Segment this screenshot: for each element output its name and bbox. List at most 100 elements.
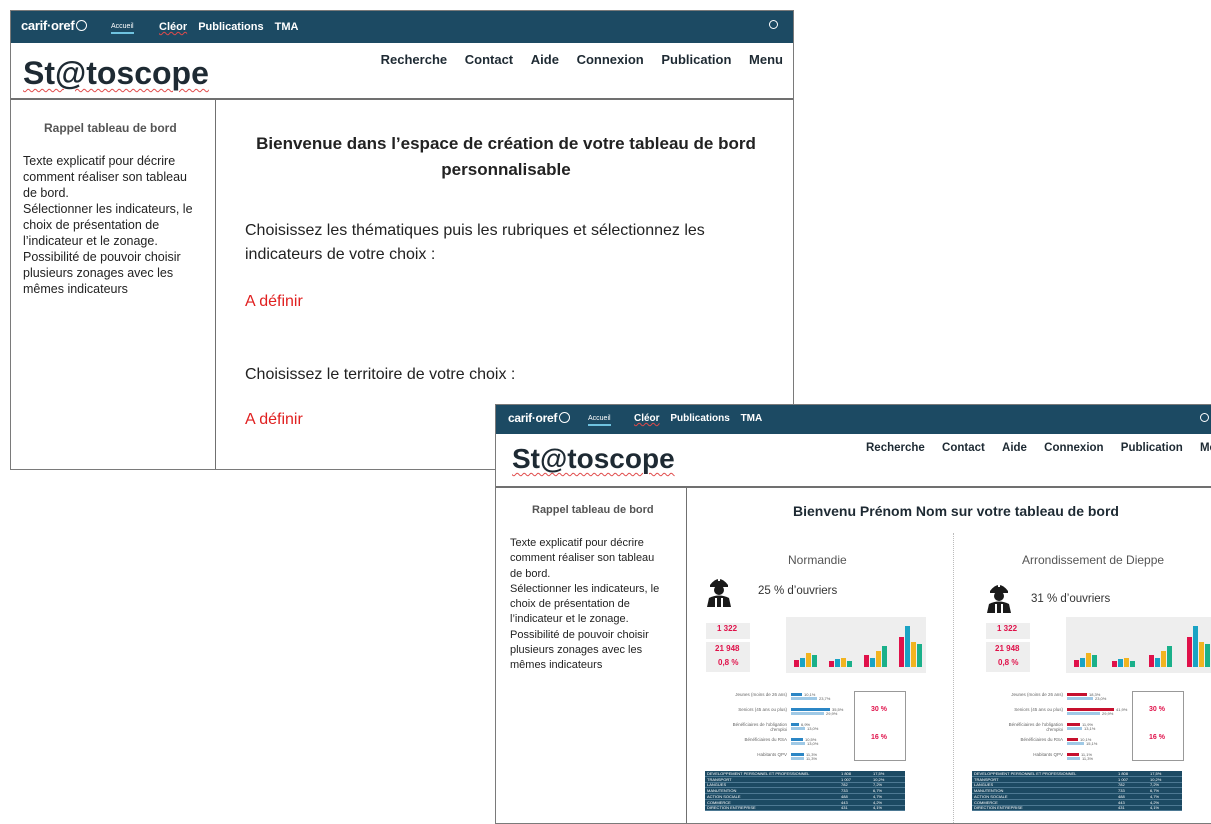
hbar (1067, 712, 1100, 715)
nav-contact[interactable]: Contact (465, 52, 513, 67)
table-cell-label: DEVELOPPEMENT PERSONNEL ET PROFESSIONNEL (974, 771, 1077, 776)
kpi-value-1: 1 322 (997, 624, 1018, 633)
hbar (791, 753, 804, 756)
table-cell-pct: 4,1% (1150, 805, 1160, 811)
table-cell-pct: 4,1% (873, 805, 883, 811)
table-cell-pct: 7,2% (873, 782, 883, 788)
brand-title[interactable]: St@toscope (23, 55, 209, 92)
territory-selector[interactable]: A définir (245, 411, 303, 429)
accueil-link[interactable]: Accueil (111, 23, 134, 34)
sidebar-title: Rappel tableau de bord (44, 121, 177, 135)
globe-icon (559, 412, 571, 423)
hbar-label: Jeunes (moins de 26 ans) (735, 692, 787, 697)
publications-link[interactable]: Publications (670, 413, 729, 424)
region-name: Normandie (788, 553, 847, 567)
kpi-value-2: 21 948 (995, 644, 1020, 653)
chart-bar (870, 658, 875, 667)
hbar (1067, 723, 1080, 726)
nav-connexion[interactable]: Connexion (1044, 442, 1103, 454)
main-nav: Recherche Contact Aide Connexion Publica… (367, 52, 783, 67)
publications-link[interactable]: Publications (198, 21, 263, 33)
hbar (791, 697, 817, 700)
accueil-link[interactable]: Accueil (588, 415, 611, 426)
themes-selector[interactable]: A définir (245, 293, 303, 311)
cleor-link[interactable]: Cléor (634, 413, 660, 424)
nav-connexion[interactable]: Connexion (577, 52, 644, 67)
logo-text: carif·oref (21, 18, 75, 33)
nav-contact[interactable]: Contact (942, 442, 985, 454)
tma-link[interactable]: TMA (741, 413, 763, 424)
hbar-value: 13,0% (807, 741, 819, 746)
table-cell-pct: 4,7% (873, 793, 883, 799)
table-cell-pct: 4,7% (1150, 793, 1160, 799)
nav-publication[interactable]: Publication (661, 52, 731, 67)
hbar (791, 727, 805, 730)
table-cell-count: 1 808 (841, 771, 852, 776)
brand-title[interactable]: St@toscope (512, 443, 675, 475)
hbar (1067, 697, 1093, 700)
hbar-value: 41,9% (1116, 707, 1128, 712)
top-bar: carif·oref Accueil Cléor Publications TM… (11, 11, 793, 43)
sidebar-divider (215, 100, 216, 469)
chart-bar (841, 658, 846, 667)
settings-icon[interactable] (1200, 413, 1209, 422)
carif-oref-logo[interactable]: carif·oref (21, 18, 88, 33)
chart-bar (876, 651, 881, 667)
sidebar-title: Rappel tableau de bord (532, 504, 654, 516)
nav-aide[interactable]: Aide (1002, 442, 1027, 454)
carif-oref-logo[interactable]: carif·oref (508, 411, 571, 425)
chart-bar (1080, 658, 1085, 667)
table-cell-pct: 17,5% (873, 771, 885, 776)
table-cell-label: MANUTENTION (707, 788, 737, 794)
chart-bar (1186, 637, 1192, 667)
top-bar: carif·oref Accueil Cléor Publications TM… (496, 405, 1211, 434)
table-cell-label: MANUTENTION (974, 788, 1004, 794)
chart-bar (1123, 658, 1129, 667)
hbar-label: Seniors (45 ans ou plus) (1014, 707, 1063, 712)
nav-menu[interactable]: Menu (1200, 442, 1211, 454)
page-title: Bienvenue dans l’espace de création de v… (256, 134, 756, 179)
table-cell-label: COMMERCE (974, 799, 998, 805)
bar-chart (786, 617, 926, 673)
main-nav: Recherche Contact Aide Connexion Publica… (852, 442, 1211, 454)
table-row: DIRECTION ENTREPRISE 431 4,1% (705, 805, 905, 812)
table-cell-count: 431 (841, 805, 848, 811)
nav-menu[interactable]: Menu (749, 52, 783, 67)
hbar (1067, 742, 1084, 745)
hbar-label: Bénéficiaires du RSA (1020, 737, 1063, 742)
nav-recherche[interactable]: Recherche (381, 52, 447, 67)
info-pct-1: 30 % (871, 706, 887, 713)
tma-link[interactable]: TMA (275, 21, 299, 33)
table-cell-label: COMMERCE (707, 799, 731, 805)
table-cell-label: DIRECTION ENTREPRISE (707, 805, 756, 811)
hbar-value: 11,3% (1082, 756, 1094, 761)
table-cell-pct: 6,7% (873, 788, 883, 794)
hbar (791, 742, 805, 745)
workers-stat: 31 % d’ouvriers (1031, 593, 1111, 605)
hbar (1067, 757, 1080, 760)
chart-bar (812, 655, 817, 667)
hbar (1067, 693, 1087, 696)
table-cell-label: DEVELOPPEMENT PERSONNEL ET PROFESSIONNEL (707, 771, 810, 776)
cleor-link[interactable]: Cléor (159, 21, 187, 33)
nav-aide[interactable]: Aide (531, 52, 559, 67)
chart-bar (1161, 651, 1166, 667)
chart-bar (1129, 661, 1135, 667)
chart-bar (1198, 642, 1204, 667)
kpi-value-2: 21 948 (715, 644, 740, 653)
hbar-value: 29,9% (826, 711, 838, 716)
table-cell-count: 733 (1118, 788, 1125, 794)
nav-recherche[interactable]: Recherche (866, 442, 925, 454)
table-cell-count: 782 (841, 782, 848, 788)
table-cell-count: 1 808 (1118, 771, 1129, 776)
region-name: Arrondissement de Dieppe (1022, 553, 1165, 567)
sidebar-text: Texte explicatif pour décrire comment ré… (23, 154, 193, 296)
hbar-value: 13,0% (807, 726, 819, 731)
settings-icon[interactable] (769, 20, 778, 29)
table-cell-label: TRANSPORT (707, 776, 732, 782)
hbar-label: Bénéficiaires de l'obligation d'emploi (1008, 722, 1063, 732)
kpi-value-3: 0,8 % (998, 658, 1019, 667)
table-cell-count: 1 007 (1118, 776, 1129, 782)
nav-publication[interactable]: Publication (1121, 442, 1183, 454)
hbar (791, 708, 830, 711)
